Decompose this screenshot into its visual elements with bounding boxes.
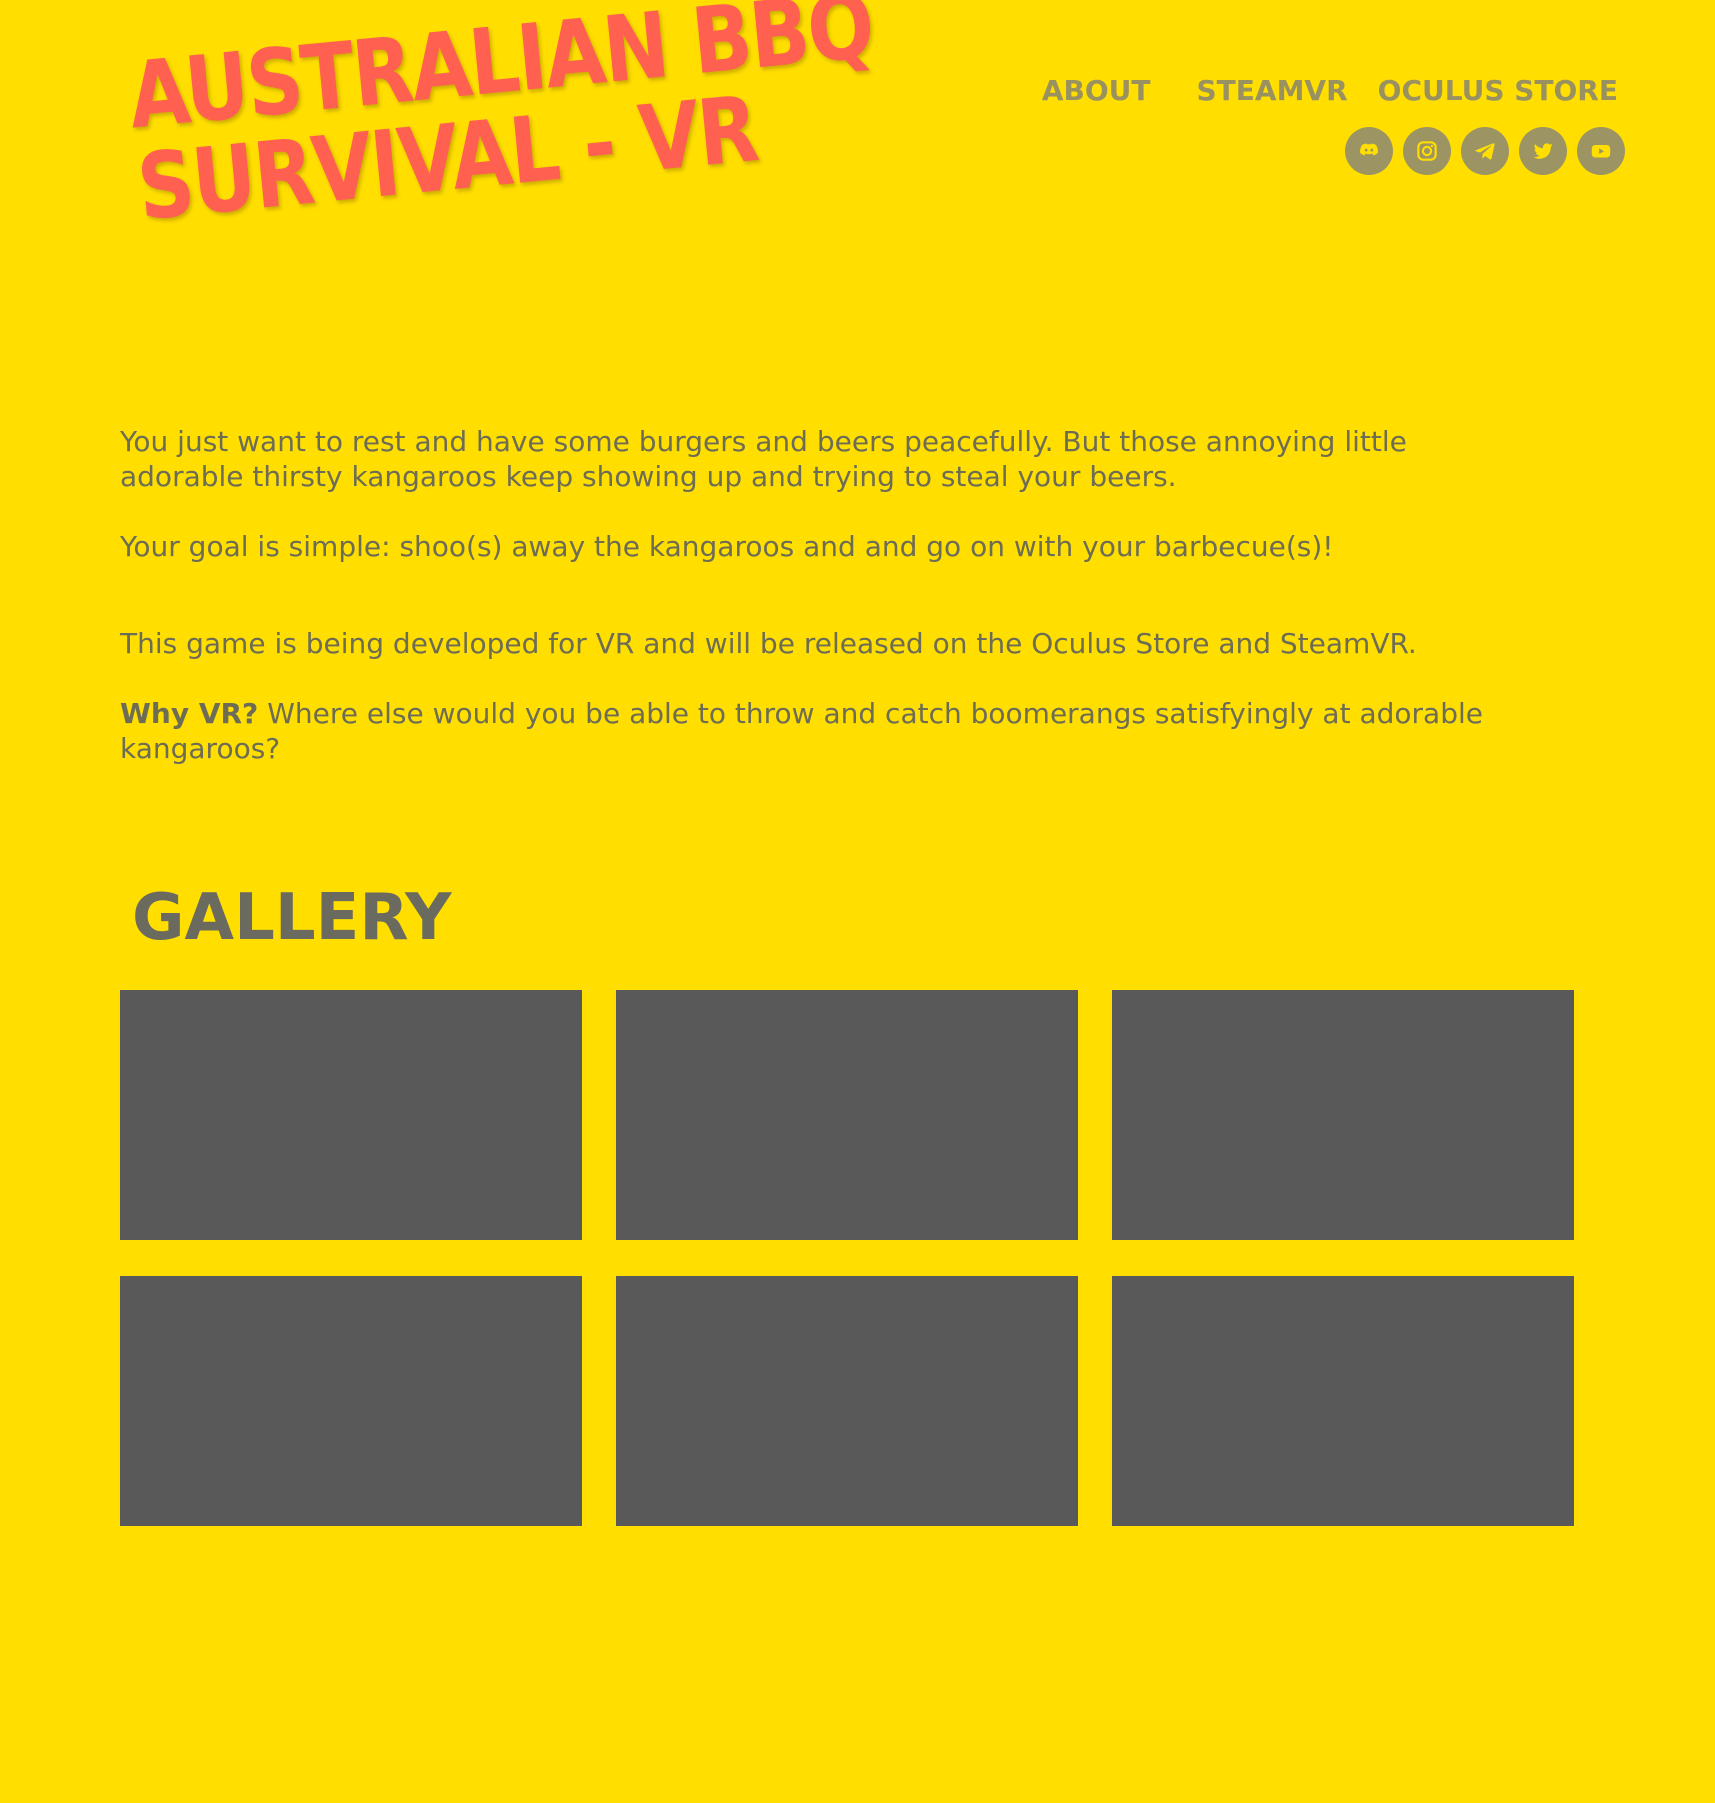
instagram-icon <box>1417 141 1437 161</box>
nav-oculus-store-link[interactable]: OCULUS STORE <box>1378 74 1618 107</box>
about-section: You just want to rest and have some burg… <box>120 424 1520 766</box>
why-vr-heading: Why VR? <box>120 697 259 730</box>
twitter-link[interactable] <box>1519 127 1567 175</box>
telegram-icon <box>1474 143 1495 160</box>
gallery-image-4[interactable] <box>120 1276 582 1526</box>
gallery-image-6[interactable] <box>1112 1276 1574 1526</box>
youtube-icon <box>1591 145 1611 158</box>
why-vr-text: Where else would you be able to throw an… <box>120 697 1483 765</box>
telegram-link[interactable] <box>1461 127 1509 175</box>
gallery-image-2[interactable] <box>616 990 1078 1240</box>
gallery-image-5[interactable] <box>616 1276 1078 1526</box>
nav-about-link[interactable]: ABOUT <box>1042 74 1151 107</box>
discord-icon <box>1359 143 1379 156</box>
about-paragraph-goal: Your goal is simple: shoo(s) away the ka… <box>120 530 1334 563</box>
gallery-title: GALLERY <box>132 881 452 955</box>
about-paragraph-intro: You just want to rest and have some burg… <box>120 425 1407 493</box>
discord-link[interactable] <box>1345 127 1393 175</box>
about-paragraph-platforms: This game is being developed for VR and … <box>120 627 1417 660</box>
gallery-image-3[interactable] <box>1112 990 1574 1240</box>
social-links <box>1345 127 1625 175</box>
youtube-link[interactable] <box>1577 127 1625 175</box>
main-nav: ABOUT STEAMVR OCULUS STORE <box>1042 74 1618 107</box>
site-title: AUSTRALIAN BBQ SURVIVAL - VR <box>124 0 899 241</box>
twitter-icon <box>1533 143 1553 159</box>
about-paragraph-why-vr: Why VR? Where else would you be able to … <box>120 696 1520 766</box>
nav-steamvr-link[interactable]: STEAMVR <box>1197 74 1348 107</box>
instagram-link[interactable] <box>1403 127 1451 175</box>
gallery-grid <box>120 990 1575 1526</box>
gallery-image-1[interactable] <box>120 990 582 1240</box>
